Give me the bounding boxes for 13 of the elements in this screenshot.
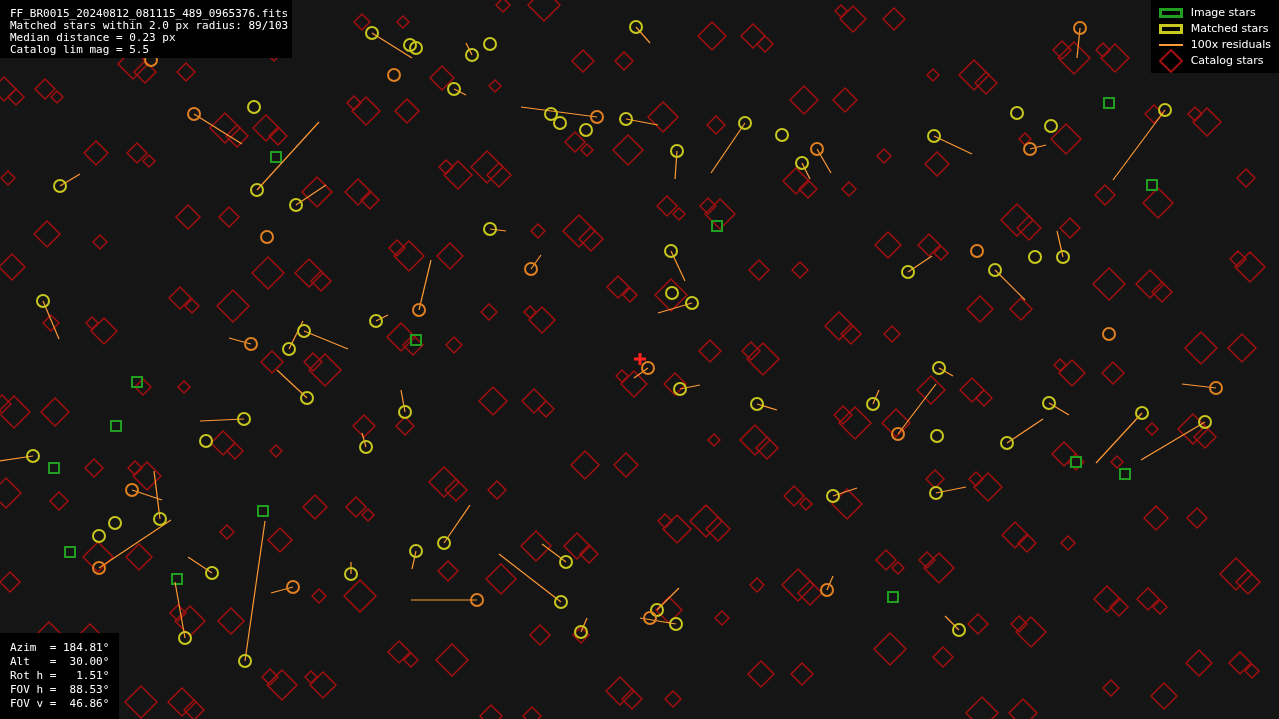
- info-text: FF_BR0015_20240812_081115_489_0965376.fits: [10, 8, 289, 20]
- legend-label: Image stars: [1190, 6, 1256, 19]
- legend-label: 100x residuals: [1190, 38, 1271, 51]
- pointing-text: Azim = 184.81°: [10, 641, 110, 655]
- pointing-text: Rot h = 1.51°: [10, 669, 110, 683]
- pointing-text: Alt = 30.00°: [10, 655, 110, 669]
- legend-label: Catalog stars: [1190, 54, 1264, 67]
- pointing-text: FOV h = 88.53°: [10, 683, 110, 697]
- info-text: Median distance = 0.23 px: [10, 32, 177, 44]
- legend-label: Matched stars: [1190, 22, 1269, 35]
- info-text: Catalog lim mag = 5.5: [10, 44, 151, 56]
- pointing-text: FOV v = 46.86°: [10, 697, 110, 711]
- info-text: Matched stars within 2.0 px radius: 89/103: [10, 20, 289, 32]
